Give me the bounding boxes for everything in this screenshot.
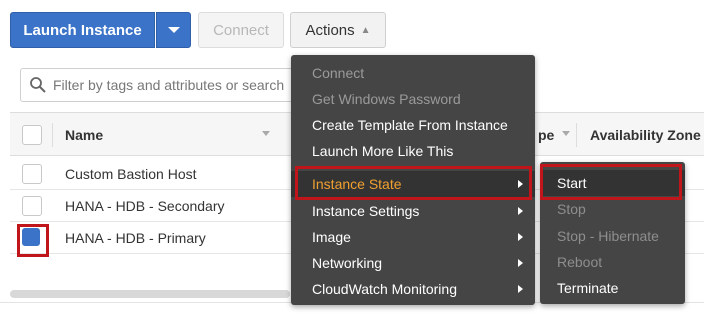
chevron-right-icon: [518, 233, 523, 241]
menu-item-label: Instance Settings: [312, 203, 420, 219]
search-placeholder: Filter by tags and attributes or search: [53, 77, 285, 93]
submenu-item-stop-hibernate[interactable]: Stop - Hibernate: [540, 223, 685, 249]
menu-item-launch-more[interactable]: Launch More Like This: [291, 138, 535, 164]
menu-item-instance-settings[interactable]: Instance Settings: [291, 198, 535, 224]
select-all-checkbox[interactable]: [22, 125, 42, 145]
menu-item-label: Networking: [312, 255, 383, 271]
start-highlight: [540, 164, 682, 200]
launch-instance-dropdown-button[interactable]: [156, 12, 191, 48]
menu-item-label: Image: [312, 229, 351, 245]
menu-item-image[interactable]: Image: [291, 224, 535, 250]
actions-label: Actions: [305, 21, 355, 39]
instance-name: HANA - HDB - Secondary: [65, 198, 225, 214]
instance-name: Custom Bastion Host: [65, 166, 197, 182]
instance-name: HANA - HDB - Primary: [65, 230, 206, 246]
menu-item-get-windows-password[interactable]: Get Windows Password: [291, 86, 535, 112]
actions-button[interactable]: Actions ▲: [290, 12, 386, 48]
menu-item-label: CloudWatch Monitoring: [312, 281, 457, 297]
chevron-right-icon: [518, 285, 523, 293]
menu-item-cloudwatch-monitoring[interactable]: CloudWatch Monitoring: [291, 276, 535, 302]
selected-checkbox-highlight: [17, 224, 49, 257]
horizontal-scrollbar[interactable]: [10, 290, 290, 298]
connect-button[interactable]: Connect: [198, 12, 284, 48]
row-checkbox[interactable]: [22, 196, 42, 216]
chevron-right-icon: [518, 207, 523, 215]
submenu-item-terminate[interactable]: Terminate: [540, 275, 685, 301]
launch-instance-button[interactable]: Launch Instance: [10, 12, 155, 48]
instance-state-highlight: [295, 166, 532, 200]
search-icon: [30, 77, 46, 93]
submenu-item-reboot[interactable]: Reboot: [540, 249, 685, 275]
column-header-type[interactable]: pe: [538, 127, 554, 143]
column-header-availability-zone[interactable]: Availability Zone: [590, 127, 701, 143]
menu-item-create-template[interactable]: Create Template From Instance: [291, 112, 535, 138]
row-checkbox[interactable]: [22, 164, 42, 184]
sort-caret-icon[interactable]: [262, 131, 270, 136]
chevron-up-icon: ▲: [360, 24, 371, 36]
column-divider: [52, 123, 53, 147]
chevron-right-icon: [518, 259, 523, 267]
sort-caret-icon[interactable]: [562, 131, 570, 136]
chevron-down-icon: [167, 27, 180, 33]
menu-item-connect[interactable]: Connect: [291, 60, 535, 86]
toolbar: Launch Instance Connect Actions ▲: [0, 0, 704, 56]
column-header-name[interactable]: Name: [65, 127, 103, 143]
menu-item-networking[interactable]: Networking: [291, 250, 535, 276]
search-input[interactable]: Filter by tags and attributes or search: [20, 68, 320, 102]
column-divider: [576, 123, 577, 147]
